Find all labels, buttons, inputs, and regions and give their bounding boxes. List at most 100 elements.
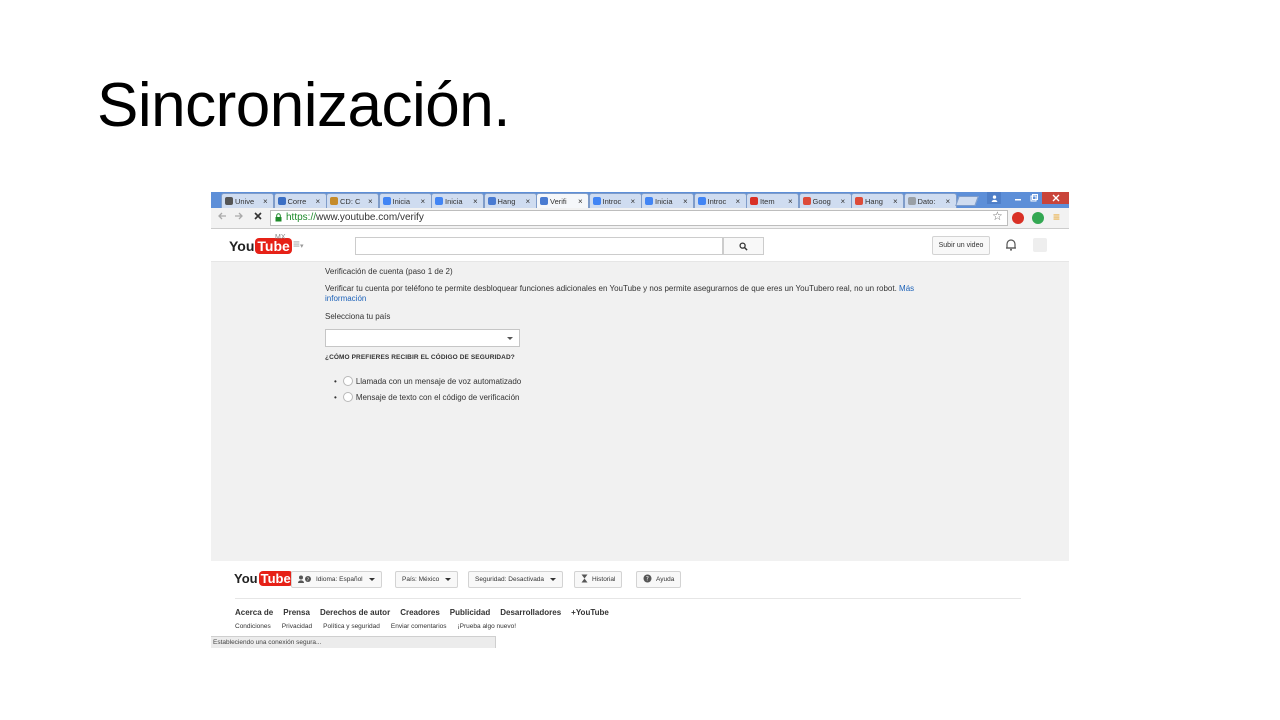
delivery-method-question: ¿CÓMO PREFIERES RECIBIR EL CÓDIGO DE SEG… bbox=[325, 354, 515, 361]
loading-icon bbox=[540, 197, 548, 205]
logo-you-text: You bbox=[229, 238, 255, 254]
tab-close-icon[interactable]: × bbox=[631, 197, 639, 206]
browser-tab[interactable]: Introc × bbox=[588, 193, 642, 208]
footer-link[interactable]: Prensa bbox=[283, 608, 310, 617]
safety-mode-button[interactable]: Seguridad: Desactivada bbox=[468, 571, 564, 588]
user-profile-icon[interactable] bbox=[987, 192, 1001, 204]
footer-secondary-link[interactable]: Enviar comentarios bbox=[391, 623, 447, 630]
footer-secondary-link[interactable]: ¡Prueba algo nuevo! bbox=[458, 623, 517, 630]
footer-secondary-link[interactable]: Política y seguridad bbox=[323, 623, 380, 630]
option-text-message[interactable]: • Mensaje de texto con el código de veri… bbox=[334, 392, 519, 402]
browser-tab[interactable]: Inicia × bbox=[641, 193, 694, 208]
tab-close-icon[interactable]: × bbox=[736, 197, 744, 206]
tab-label: Inicia bbox=[655, 196, 673, 206]
address-bar[interactable]: https://www.youtube.com/verify bbox=[270, 210, 1008, 226]
footer-link[interactable]: Publicidad bbox=[450, 608, 490, 617]
browser-tab[interactable]: Corre × bbox=[273, 193, 327, 208]
footer-link[interactable]: Acerca de bbox=[235, 608, 273, 617]
browser-tab[interactable]: Dato: × bbox=[903, 193, 957, 208]
guide-menu-icon[interactable]: ≡▾ bbox=[293, 237, 304, 251]
footer-secondary-links: Condiciones Privacidad Política y segurida… bbox=[235, 623, 516, 630]
footer-link[interactable]: Creadores bbox=[400, 608, 440, 617]
voice-call-radio[interactable] bbox=[342, 376, 353, 386]
minimize-icon[interactable] bbox=[1010, 192, 1026, 204]
tab-label: Inicia bbox=[445, 196, 463, 206]
browser-tab[interactable]: Verifi × bbox=[536, 193, 589, 208]
country-select-label: Selecciona tu país bbox=[325, 312, 391, 321]
tab-close-icon[interactable]: × bbox=[578, 197, 586, 206]
back-arrow-icon[interactable] bbox=[217, 211, 227, 224]
tab-label: Hang bbox=[865, 196, 883, 206]
bookmark-star-icon[interactable]: ☆ bbox=[992, 209, 1003, 223]
account-avatar[interactable] bbox=[1033, 238, 1047, 252]
browser-tab[interactable]: Hang × bbox=[483, 193, 537, 208]
footer-youtube-logo[interactable]: You Tube bbox=[234, 571, 293, 586]
language-picker-button[interactable]: ? Idioma: Español bbox=[291, 571, 382, 588]
footer-link[interactable]: Derechos de autor bbox=[320, 608, 390, 617]
lock-icon bbox=[275, 213, 282, 222]
tab-close-icon[interactable]: × bbox=[526, 197, 534, 206]
tab-label: Introc bbox=[707, 196, 727, 206]
extension-green-icon[interactable] bbox=[1032, 212, 1044, 224]
restore-icon[interactable] bbox=[1026, 192, 1042, 204]
option-voice-call[interactable]: • Llamada con un mensaje de voz automati… bbox=[334, 376, 521, 386]
logo-tube-text: Tube bbox=[255, 238, 292, 254]
tab-close-icon[interactable]: × bbox=[316, 197, 324, 206]
browser-tab[interactable]: Inicia × bbox=[378, 193, 432, 208]
country-select[interactable] bbox=[325, 329, 520, 347]
tab-close-icon[interactable]: × bbox=[421, 197, 429, 206]
browser-tab[interactable]: Hang × bbox=[851, 193, 904, 208]
stop-loading-icon[interactable] bbox=[253, 211, 263, 224]
notifications-bell-icon[interactable] bbox=[1005, 238, 1017, 256]
tab-label: Inicia bbox=[392, 196, 411, 206]
footer-secondary-link[interactable]: Condiciones bbox=[235, 623, 271, 630]
gmail-icon bbox=[750, 197, 758, 205]
help-icon: ? bbox=[643, 574, 652, 585]
language-icon: ? bbox=[298, 575, 312, 585]
loading-icon bbox=[487, 197, 496, 205]
voice-call-label: Llamada con un mensaje de voz automatiza… bbox=[355, 376, 522, 386]
forward-arrow-icon[interactable] bbox=[234, 211, 244, 224]
browser-tab[interactable]: CD: C × bbox=[326, 193, 379, 208]
country-code: MX bbox=[275, 234, 286, 241]
google-sites-icon bbox=[435, 197, 443, 205]
tab-close-icon[interactable]: × bbox=[473, 197, 481, 206]
tab-label: Introc bbox=[602, 196, 622, 206]
browser-tab[interactable]: Goog × bbox=[798, 193, 852, 208]
document-icon bbox=[907, 197, 916, 205]
mail-icon bbox=[277, 197, 286, 205]
tab-close-icon[interactable]: × bbox=[788, 197, 796, 206]
tab-close-icon[interactable]: × bbox=[683, 197, 691, 206]
browser-tab[interactable]: Item × bbox=[746, 193, 799, 208]
browser-screenshot: Unive × Corre × CD: C × Inicia × Inicia × Hang × Ver… bbox=[211, 192, 1069, 648]
tab-close-icon[interactable]: × bbox=[841, 197, 849, 206]
window-close-icon[interactable] bbox=[1042, 192, 1069, 204]
upload-video-button[interactable]: Subir un video bbox=[932, 236, 990, 255]
browser-tab[interactable]: Unive × bbox=[221, 193, 274, 208]
extension-opera-icon[interactable] bbox=[1012, 212, 1024, 224]
footer-secondary-link[interactable]: Privacidad bbox=[282, 623, 312, 630]
tab-close-icon[interactable]: × bbox=[368, 197, 376, 206]
search-button[interactable] bbox=[723, 237, 764, 255]
help-button[interactable]: ? Ayuda bbox=[636, 571, 682, 588]
footer-link[interactable]: Desarrolladores bbox=[500, 608, 561, 617]
chevron-down-icon bbox=[550, 578, 557, 581]
text-message-radio[interactable] bbox=[342, 392, 353, 402]
slide: Sincronización. Unive × Corre × CD: C × Inicia… bbox=[0, 0, 1280, 720]
menu-icon[interactable]: ≡ bbox=[1053, 210, 1060, 224]
new-tab-button[interactable] bbox=[955, 196, 979, 206]
country-picker-button[interactable]: País: México bbox=[395, 571, 459, 588]
slide-title: Sincronización. bbox=[97, 71, 510, 140]
search-input[interactable] bbox=[355, 237, 723, 255]
footer-divider bbox=[235, 598, 1021, 599]
tab-close-icon[interactable]: × bbox=[893, 197, 901, 206]
verification-content: Verificación de cuenta (paso 1 de 2) Ver… bbox=[211, 262, 1069, 561]
tab-close-icon[interactable]: × bbox=[946, 197, 954, 206]
history-button[interactable]: Historial bbox=[574, 571, 623, 588]
tab-close-icon[interactable]: × bbox=[263, 197, 271, 206]
footer-link[interactable]: +YouTube bbox=[571, 608, 609, 617]
chevron-down-icon bbox=[507, 337, 513, 340]
browser-tab[interactable]: Introc × bbox=[693, 193, 747, 208]
browser-tab[interactable]: Inicia × bbox=[431, 193, 484, 208]
tab-label: Dato: bbox=[917, 196, 936, 206]
